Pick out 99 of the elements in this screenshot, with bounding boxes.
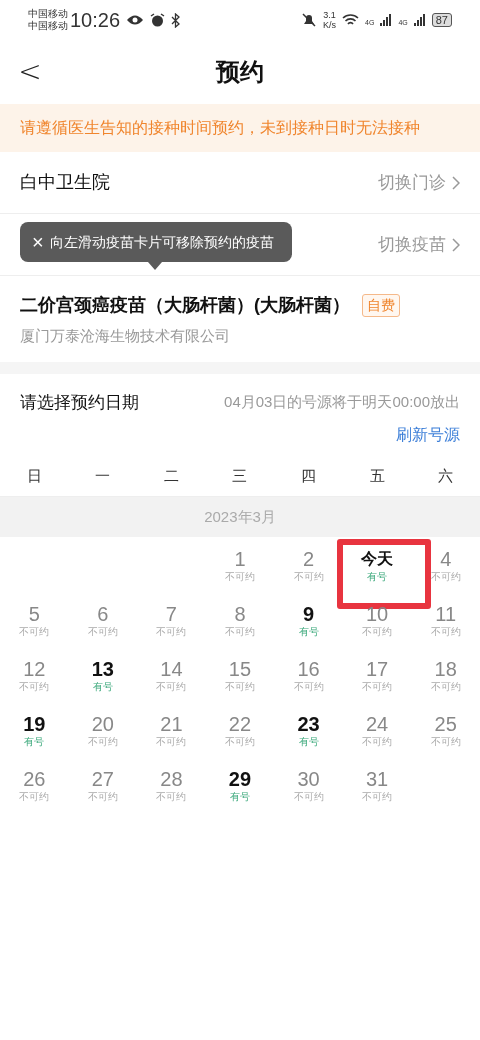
close-button[interactable]: × <box>32 232 44 252</box>
day-number[interactable]: 24 <box>366 712 389 736</box>
network-speed: K/s <box>323 20 337 30</box>
day-number[interactable]: 30 <box>297 767 320 791</box>
weekday-label: 一 <box>95 466 111 487</box>
month-label: 2023年3月 <box>204 506 276 527</box>
day-status: 有号 <box>298 626 319 638</box>
day-status: 不可约 <box>225 736 255 748</box>
refresh-link[interactable]: 刷新号源 <box>396 423 460 447</box>
weekday-label: 四 <box>301 466 317 487</box>
day-number[interactable]: 1 <box>234 547 246 571</box>
day-status: 不可约 <box>430 681 461 693</box>
day-number[interactable]: 26 <box>23 767 46 791</box>
day-status: 有号 <box>298 736 319 748</box>
network-speed: 3.1 <box>323 10 336 20</box>
day-status: 有号 <box>230 791 250 803</box>
section-label: 请选择预约日期 <box>20 391 139 414</box>
day-number[interactable]: 9 <box>303 602 315 626</box>
day-number[interactable]: 29 <box>228 767 252 791</box>
day-status: 有号 <box>24 736 45 748</box>
day-status: 不可约 <box>225 571 255 583</box>
day-number[interactable]: 16 <box>297 657 320 681</box>
row-label: 白中卫生院 <box>20 171 110 194</box>
day-number[interactable]: 21 <box>160 712 183 736</box>
day-status: 不可约 <box>430 736 461 748</box>
day-status: 有号 <box>92 681 113 693</box>
day-status: 不可约 <box>19 791 50 803</box>
day-status: 不可约 <box>225 681 255 693</box>
switch-link[interactable]: 切换门诊 <box>378 169 460 196</box>
release-note: 04月03日的号源将于明天00:00放出 <box>224 392 460 412</box>
day-status: 不可约 <box>362 681 393 693</box>
day-status: 有号 <box>367 571 388 583</box>
alarm-icon <box>150 12 166 28</box>
day-status: 不可约 <box>293 571 324 583</box>
day-number[interactable]: 2 <box>303 547 315 571</box>
day-status: 不可约 <box>156 791 187 803</box>
muted-bell-icon <box>301 12 318 28</box>
day-status: 不可约 <box>362 626 393 638</box>
day-status: 不可约 <box>293 681 324 693</box>
notice-banner: 请遵循医生告知的接种时间预约，未到接种日时无法接种 <box>0 104 480 152</box>
day-number[interactable]: 18 <box>434 657 457 681</box>
day-status: 不可约 <box>225 626 255 638</box>
day-status: 不可约 <box>87 791 118 803</box>
signal-icon <box>413 14 426 26</box>
day-status: 不可约 <box>87 736 118 748</box>
day-status: 不可约 <box>156 626 187 638</box>
back-button[interactable]: < <box>18 54 42 90</box>
page-title: 预约 <box>216 57 264 87</box>
day-status: 不可约 <box>19 681 50 693</box>
day-number[interactable]: 27 <box>91 767 114 791</box>
tooltip-text: 向左滑动疫苗卡片可移除预约的疫苗 <box>49 232 274 252</box>
weekday-label: 六 <box>438 466 454 487</box>
carrier-name: 中国移动 <box>28 20 68 32</box>
battery-level: 87 <box>431 13 452 27</box>
day-status: 不可约 <box>87 626 118 638</box>
day-number[interactable]: 25 <box>434 712 457 736</box>
day-number[interactable]: 19 <box>23 712 46 736</box>
fee-tag: 自费 <box>362 294 400 317</box>
day-number[interactable]: 13 <box>91 657 114 681</box>
carrier-name: 中国移动 <box>28 8 68 20</box>
day-status: 不可约 <box>19 626 50 638</box>
day-number[interactable]: 6 <box>97 602 109 626</box>
day-number[interactable]: 17 <box>366 657 389 681</box>
day-status: 不可约 <box>156 681 187 693</box>
vaccine-name: 二价宫颈癌疫苗（大肠杆菌）(大肠杆菌） <box>20 294 350 317</box>
day-number[interactable]: 4 <box>440 547 452 571</box>
weekday-label: 五 <box>369 466 385 487</box>
day-number[interactable]: 8 <box>234 602 246 626</box>
day-number[interactable]: 10 <box>366 602 389 626</box>
switch-link[interactable]: 切换疫苗 <box>378 231 460 258</box>
day-number[interactable]: 14 <box>160 657 183 681</box>
day-number[interactable]: 11 <box>435 602 457 626</box>
eye-icon <box>126 14 145 26</box>
day-number[interactable]: 12 <box>23 657 46 681</box>
day-number[interactable]: 23 <box>297 712 320 736</box>
day-status: 不可约 <box>362 791 393 803</box>
chevron-icon <box>452 175 460 190</box>
day-number[interactable]: 31 <box>366 767 389 791</box>
weekday-label: 日 <box>26 466 42 487</box>
day-number[interactable]: 今天 <box>361 547 394 571</box>
chevron-icon <box>452 237 460 252</box>
wifi-icon <box>342 13 360 27</box>
weekday-label: 二 <box>163 466 179 487</box>
day-number[interactable]: 5 <box>28 602 40 626</box>
bluetooth-icon <box>171 12 181 28</box>
signal-icon <box>380 14 393 26</box>
manufacturer-name: 厦门万泰沧海生物技术有限公司 <box>20 326 231 346</box>
weekday-label: 三 <box>232 466 248 487</box>
day-status: 不可约 <box>430 626 461 638</box>
day-number[interactable]: 28 <box>160 767 183 791</box>
day-status: 不可约 <box>293 791 324 803</box>
day-status: 不可约 <box>430 571 461 583</box>
day-number[interactable]: 22 <box>228 712 252 736</box>
day-number[interactable]: 15 <box>228 657 252 681</box>
day-number[interactable]: 20 <box>91 712 114 736</box>
day-status: 不可约 <box>156 736 187 748</box>
day-number[interactable]: 7 <box>165 602 177 626</box>
clock-time: 10:26 <box>70 8 121 33</box>
day-status: 不可约 <box>362 736 393 748</box>
